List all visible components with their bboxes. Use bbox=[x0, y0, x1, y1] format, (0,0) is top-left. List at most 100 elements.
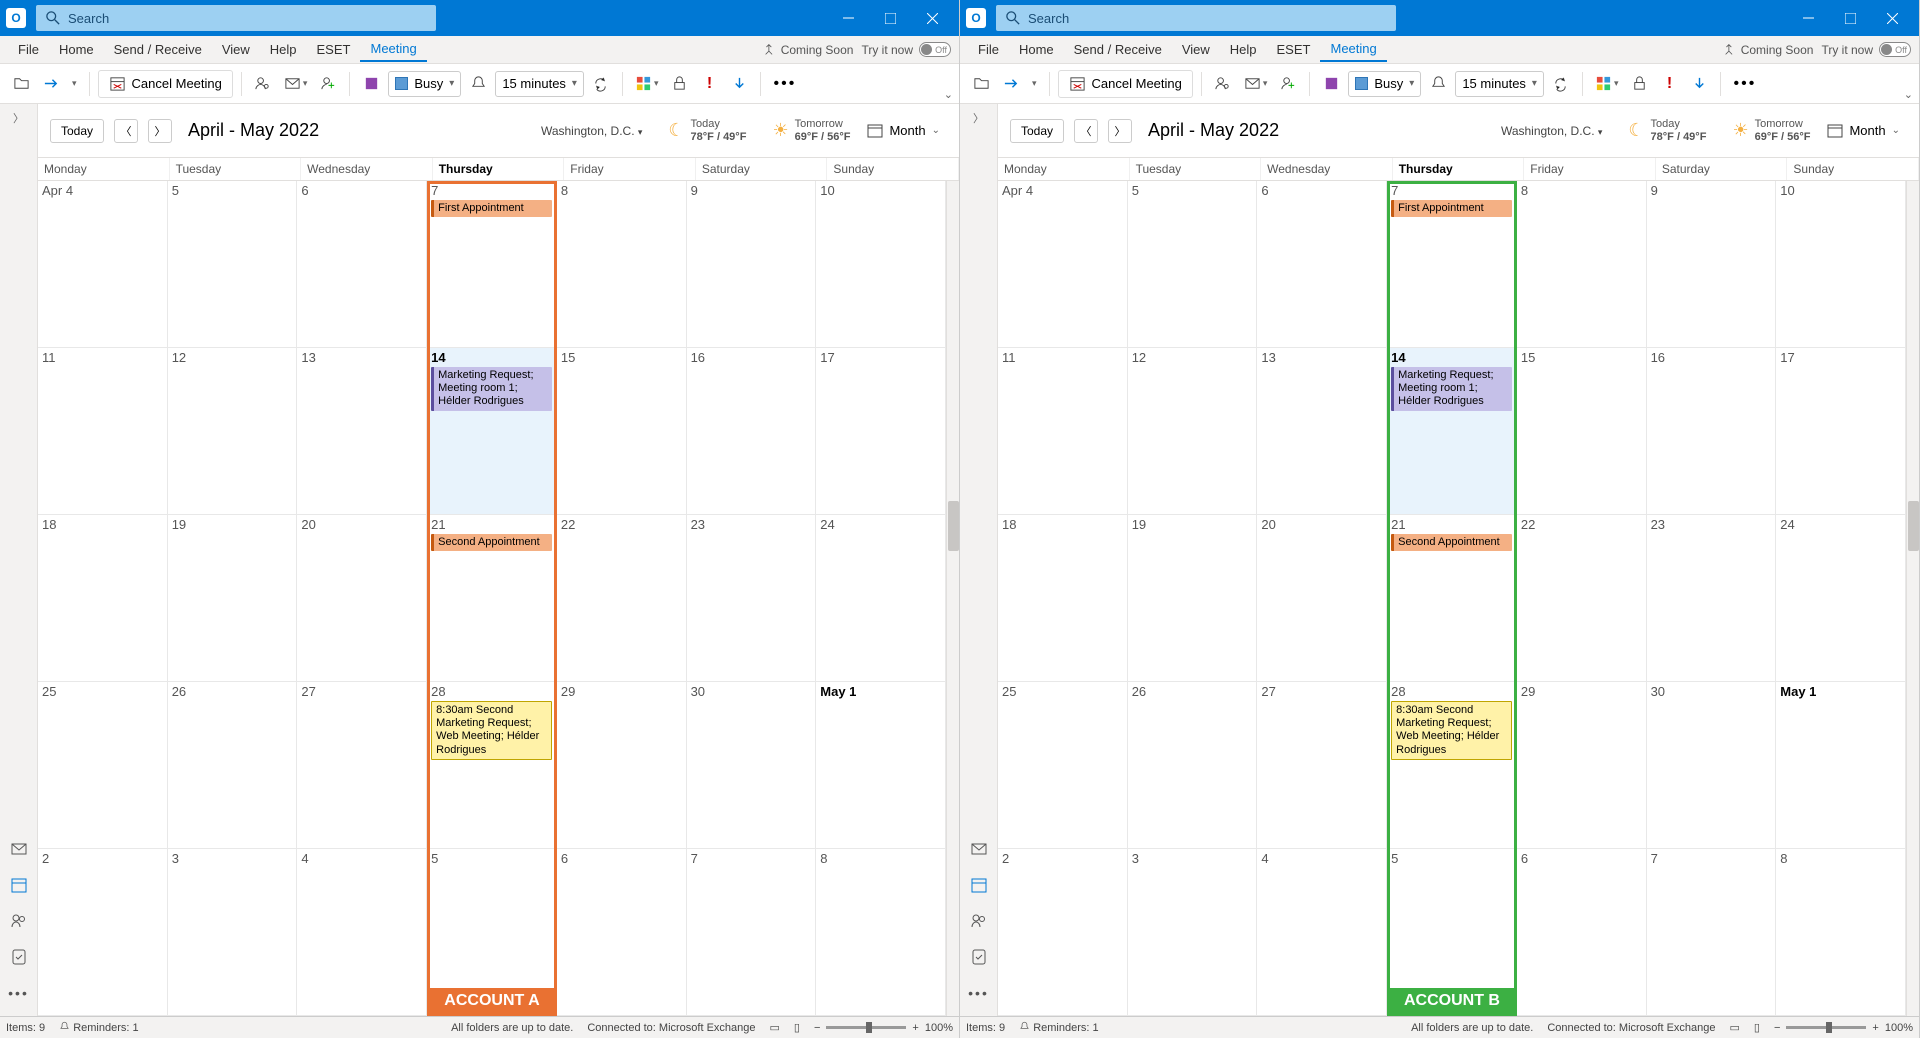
cell[interactable]: 13 bbox=[297, 348, 427, 515]
expand-nav-icon[interactable]: 〉 bbox=[13, 110, 24, 134]
cell[interactable]: 25 bbox=[998, 682, 1128, 849]
next-button[interactable]: 〉 bbox=[148, 119, 172, 143]
cell[interactable]: 21 Second Appointment bbox=[1387, 515, 1517, 682]
cell[interactable]: 6 bbox=[297, 181, 427, 348]
cell[interactable]: 11 bbox=[38, 348, 168, 515]
cell[interactable]: 15 bbox=[557, 348, 687, 515]
view-reading-icon[interactable]: ▯ bbox=[1754, 1021, 1760, 1034]
calendar-icon[interactable] bbox=[6, 872, 32, 898]
weather-tomorrow[interactable]: ☀ Tomorrow69°F / 56°F bbox=[772, 118, 850, 142]
open-icon[interactable] bbox=[8, 70, 34, 98]
search-box[interactable]: Search bbox=[36, 5, 436, 31]
menu-meeting[interactable]: Meeting bbox=[360, 37, 426, 62]
menu-view[interactable]: View bbox=[1172, 38, 1220, 61]
cell[interactable]: 7 bbox=[687, 849, 817, 1016]
people-icon[interactable] bbox=[6, 908, 32, 934]
cell[interactable]: 29 bbox=[1517, 682, 1647, 849]
cell[interactable]: 23 bbox=[1647, 515, 1777, 682]
try-toggle[interactable]: Off bbox=[919, 42, 951, 57]
ribbon-expand-icon[interactable]: ⌄ bbox=[944, 88, 953, 101]
cell[interactable]: 20 bbox=[297, 515, 427, 682]
appointment-marketing[interactable]: Marketing Request; Meeting room 1; Hélde… bbox=[431, 367, 552, 411]
cell[interactable]: 4 bbox=[1257, 849, 1387, 1016]
cell[interactable]: 18 bbox=[38, 515, 168, 682]
cell[interactable]: 9 bbox=[1647, 181, 1777, 348]
scrollbar[interactable] bbox=[946, 181, 959, 1016]
cell[interactable]: 24 bbox=[816, 515, 946, 682]
minimize-button[interactable] bbox=[1787, 0, 1829, 36]
high-importance-icon[interactable]: ! bbox=[1656, 70, 1682, 98]
appointment-marketing[interactable]: Marketing Request; Meeting room 1; Hélde… bbox=[1391, 367, 1512, 411]
add-attendee-icon[interactable] bbox=[315, 70, 341, 98]
forward-icon[interactable] bbox=[38, 70, 64, 98]
cell[interactable]: 20 bbox=[1257, 515, 1387, 682]
forward-icon[interactable] bbox=[998, 70, 1024, 98]
cell-today[interactable]: 14 Marketing Request; Meeting room 1; Hé… bbox=[427, 348, 557, 515]
menu-help[interactable]: Help bbox=[260, 38, 307, 61]
mail-icon[interactable] bbox=[6, 836, 32, 862]
tasks-icon[interactable] bbox=[966, 944, 992, 970]
cell[interactable]: 3 bbox=[168, 849, 298, 1016]
cell[interactable]: 26 bbox=[1128, 682, 1258, 849]
more-nav-icon[interactable]: ••• bbox=[6, 980, 32, 1006]
cell[interactable]: 9 bbox=[687, 181, 817, 348]
cell[interactable]: 4 bbox=[297, 849, 427, 1016]
show-as-icon[interactable] bbox=[358, 70, 384, 98]
today-button[interactable]: Today bbox=[50, 119, 104, 143]
scheduling-icon[interactable] bbox=[250, 70, 276, 98]
cell[interactable]: 13 bbox=[1257, 348, 1387, 515]
cell[interactable]: May 1 bbox=[1776, 682, 1906, 849]
categorize-icon[interactable]: ▾ bbox=[1591, 70, 1623, 98]
menu-eset[interactable]: ESET bbox=[307, 38, 361, 61]
cell[interactable]: 23 bbox=[687, 515, 817, 682]
menu-sendreceive[interactable]: Send / Receive bbox=[1064, 38, 1172, 61]
cell[interactable]: 8 bbox=[816, 849, 946, 1016]
show-as-icon[interactable] bbox=[1318, 70, 1344, 98]
cell[interactable]: 26 bbox=[168, 682, 298, 849]
response-icon[interactable]: ▾ bbox=[280, 70, 312, 98]
cell[interactable]: May 1 bbox=[816, 682, 946, 849]
menu-view[interactable]: View bbox=[212, 38, 260, 61]
forward-dd[interactable]: ▾ bbox=[1028, 70, 1041, 98]
cell[interactable]: 11 bbox=[998, 348, 1128, 515]
cell[interactable]: 5 bbox=[1387, 849, 1517, 1016]
cell[interactable]: 12 bbox=[1128, 348, 1258, 515]
status-reminders[interactable]: Reminders: 1 bbox=[59, 1021, 138, 1034]
cell[interactable]: 17 bbox=[816, 348, 946, 515]
cell[interactable]: 6 bbox=[1517, 849, 1647, 1016]
cell[interactable]: 2 bbox=[38, 849, 168, 1016]
cell[interactable]: 16 bbox=[1647, 348, 1777, 515]
cell[interactable]: 6 bbox=[557, 849, 687, 1016]
open-icon[interactable] bbox=[968, 70, 994, 98]
cancel-meeting-button[interactable]: Cancel Meeting bbox=[1058, 70, 1193, 98]
today-button[interactable]: Today bbox=[1010, 119, 1064, 143]
menu-eset[interactable]: ESET bbox=[1267, 38, 1321, 61]
cell[interactable]: 3 bbox=[1128, 849, 1258, 1016]
close-button[interactable] bbox=[911, 0, 953, 36]
search-box[interactable]: Search bbox=[996, 5, 1396, 31]
recurrence-icon[interactable] bbox=[1548, 70, 1574, 98]
cell[interactable]: 30 bbox=[687, 682, 817, 849]
cell[interactable]: 19 bbox=[1128, 515, 1258, 682]
private-icon[interactable] bbox=[1626, 70, 1652, 98]
show-as-dropdown[interactable]: Busy▾ bbox=[388, 71, 461, 97]
menu-home[interactable]: Home bbox=[49, 38, 104, 61]
cell[interactable]: 27 bbox=[297, 682, 427, 849]
high-importance-icon[interactable]: ! bbox=[696, 70, 722, 98]
cell[interactable]: 15 bbox=[1517, 348, 1647, 515]
cell[interactable]: 6 bbox=[1257, 181, 1387, 348]
weather-today[interactable]: ☾ Today78°F / 49°F bbox=[668, 118, 746, 142]
close-button[interactable] bbox=[1871, 0, 1913, 36]
maximize-button[interactable] bbox=[869, 0, 911, 36]
cell[interactable]: 24 bbox=[1776, 515, 1906, 682]
prev-button[interactable]: 〈 bbox=[1074, 119, 1098, 143]
cell[interactable]: 2 bbox=[998, 849, 1128, 1016]
cell[interactable]: 18 bbox=[998, 515, 1128, 682]
cell[interactable]: 29 bbox=[557, 682, 687, 849]
cell[interactable]: 28 8:30am Second Marketing Request; Web … bbox=[1387, 682, 1517, 849]
view-selector[interactable]: Month⌄ bbox=[1820, 118, 1907, 144]
cell[interactable]: 7 bbox=[1647, 849, 1777, 1016]
show-as-dropdown[interactable]: Busy▾ bbox=[1348, 71, 1421, 97]
appointment-first[interactable]: First Appointment bbox=[431, 200, 552, 217]
response-icon[interactable]: ▾ bbox=[1240, 70, 1272, 98]
